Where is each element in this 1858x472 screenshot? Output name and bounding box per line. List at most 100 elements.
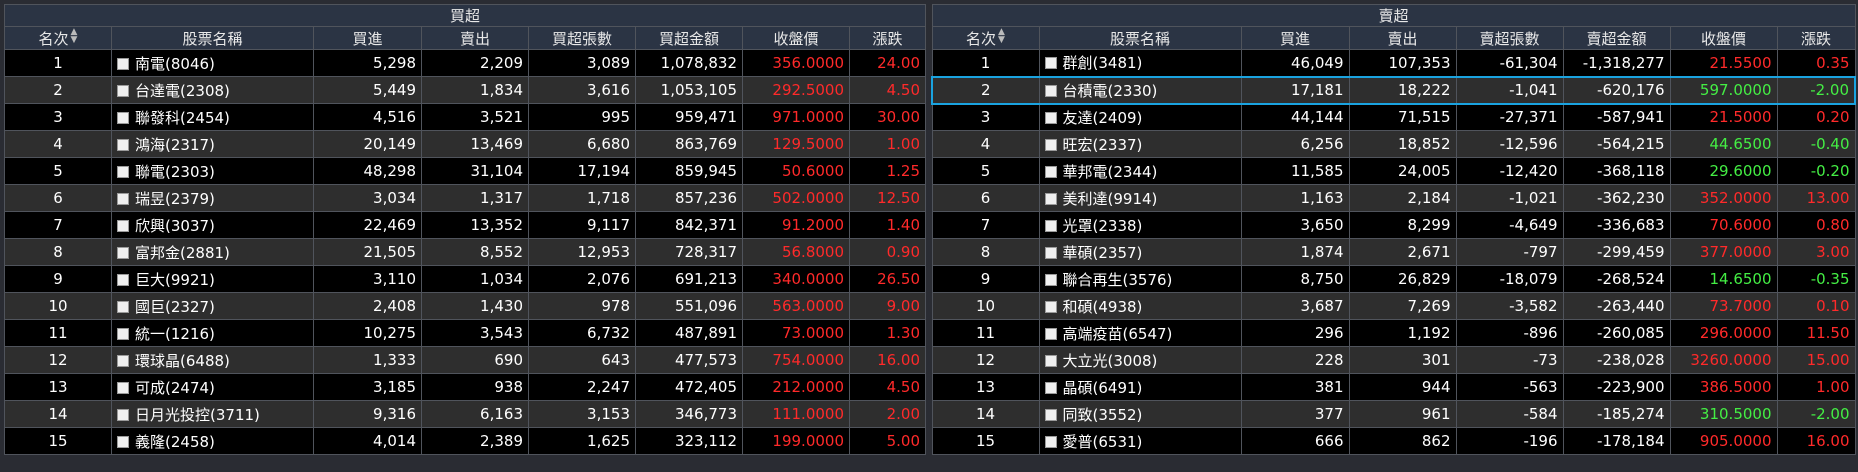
table-row[interactable]: 5 聯電(2303) 48,298 31,104 17,194 859,945 50.600… <box>4 157 927 185</box>
cell-text: -223,900 <box>1597 378 1665 396</box>
row-checkbox[interactable] <box>1044 354 1057 367</box>
row-checkbox[interactable] <box>1044 246 1057 259</box>
row-checkbox[interactable] <box>117 408 129 421</box>
row-checkbox[interactable] <box>117 327 129 340</box>
column-header-stock-name[interactable]: 股票名稱 <box>111 26 314 50</box>
column-header-rank[interactable]: 名次 ▲ ▼ <box>931 26 1040 50</box>
table-row[interactable]: 15 愛普(6531) 666 862 -196 -178,184 905.0000 16.0… <box>931 427 1856 455</box>
cell-net-volume: -563 <box>1455 373 1564 401</box>
table-row[interactable]: 6 美利達(9914) 1,163 2,184 -1,021 -362,230 352.00… <box>931 184 1856 212</box>
column-header-sell-volume[interactable]: 賣出 <box>421 26 529 50</box>
column-header-net-amount[interactable]: 賣超金額 <box>1562 26 1671 50</box>
row-checkbox[interactable] <box>1044 111 1057 124</box>
row-checkbox[interactable] <box>1044 381 1057 394</box>
table-row[interactable]: 3 友達(2409) 44,144 71,515 -27,371 -587,941 21.5… <box>931 103 1856 131</box>
cell-text: 129.5000 <box>772 135 844 153</box>
row-checkbox[interactable] <box>117 219 129 232</box>
cell-change: 1.00 <box>848 130 927 158</box>
table-row[interactable]: 1 南電(8046) 5,298 2,209 3,089 1,078,832 356.000… <box>4 49 927 77</box>
table-row[interactable]: 2 台達電(2308) 5,449 1,834 3,616 1,053,105 292.50… <box>4 76 927 104</box>
row-checkbox[interactable] <box>117 192 129 205</box>
cell-text: 70.6000 <box>1709 216 1772 234</box>
table-row[interactable]: 4 旺宏(2337) 6,256 18,852 -12,596 -564,215 44.65… <box>931 130 1856 158</box>
row-checkbox[interactable] <box>117 300 129 313</box>
row-checkbox[interactable] <box>1044 165 1057 178</box>
table-row[interactable]: 7 欣興(3037) 22,469 13,352 9,117 842,371 91.2000… <box>4 211 927 239</box>
table-row[interactable]: 14 同致(3552) 377 961 -584 -185,274 310.5000 -2.0… <box>931 400 1856 428</box>
sort-arrows-icon[interactable]: ▲ ▼ <box>998 28 1005 45</box>
table-row[interactable]: 8 華碩(2357) 1,874 2,671 -797 -299,459 377.0000 3… <box>931 238 1856 266</box>
column-header-stock-name[interactable]: 股票名稱 <box>1038 26 1242 50</box>
row-checkbox[interactable] <box>117 165 129 178</box>
cell-net-amount: 1,078,832 <box>635 49 743 77</box>
row-checkbox[interactable] <box>1044 435 1057 448</box>
cell-text: 1.25 <box>886 162 921 180</box>
cell-change: 24.00 <box>848 49 927 77</box>
table-row[interactable]: 15 義隆(2458) 4,014 2,389 1,625 323,112 199.0000… <box>4 427 927 455</box>
cell-text: 2 <box>53 81 63 99</box>
cell-rank: 9 <box>931 265 1040 293</box>
row-checkbox[interactable] <box>117 273 129 286</box>
row-checkbox[interactable] <box>1044 273 1057 286</box>
cell-text: 18,852 <box>1398 135 1451 153</box>
table-row[interactable]: 12 環球晶(6488) 1,333 690 643 477,573 754.0000 16.… <box>4 346 927 374</box>
column-header-buy-volume[interactable]: 買進 <box>1240 26 1350 50</box>
table-row[interactable]: 9 聯合再生(3576) 8,750 26,829 -18,079 -268,524 14.… <box>931 265 1856 293</box>
cell-net-amount: 863,769 <box>635 130 743 158</box>
cell-net-volume: 17,194 <box>528 157 636 185</box>
table-row[interactable]: 6 瑞昱(2379) 3,034 1,317 1,718 857,236 502.0000 1… <box>4 184 927 212</box>
row-checkbox[interactable] <box>1044 84 1057 97</box>
table-row[interactable]: 8 富邦金(2881) 21,505 8,552 12,953 728,317 56.800… <box>4 238 927 266</box>
cell-text: -299,459 <box>1597 243 1665 261</box>
column-header-close-price[interactable]: 收盤價 <box>1669 26 1778 50</box>
row-checkbox[interactable] <box>117 138 129 151</box>
table-row[interactable]: 13 晶碩(6491) 381 944 -563 -223,900 386.5000 1.00 <box>931 373 1856 401</box>
column-header-change[interactable]: 漲跌 <box>1776 26 1856 50</box>
table-row[interactable]: 12 大立光(3008) 228 301 -73 -238,028 3260.0000 15.… <box>931 346 1856 374</box>
column-header-net-volume[interactable]: 賣超張數 <box>1455 26 1564 50</box>
table-row[interactable]: 4 鴻海(2317) 20,149 13,469 6,680 863,769 129.500… <box>4 130 927 158</box>
row-checkbox[interactable] <box>1044 300 1057 313</box>
cell-text: 995 <box>601 108 630 126</box>
column-header-close-price[interactable]: 收盤價 <box>742 26 850 50</box>
row-checkbox[interactable] <box>1044 408 1057 421</box>
table-row[interactable]: 14 日月光投控(3711) 9,316 6,163 3,153 346,773 111.0… <box>4 400 927 428</box>
column-header-label: 收盤價 <box>1700 29 1746 48</box>
table-row[interactable]: 11 高端疫苗(6547) 296 1,192 -896 -260,085 296.0000… <box>931 319 1856 347</box>
table-row[interactable]: 10 和碩(4938) 3,687 7,269 -3,582 -263,440 73.700… <box>931 292 1856 320</box>
table-row[interactable]: 2 台積電(2330) 17,181 18,222 -1,041 -620,176 597.… <box>931 75 1857 105</box>
cell-close-price: 3260.0000 <box>1669 346 1778 374</box>
row-checkbox[interactable] <box>1044 219 1057 232</box>
column-header-change[interactable]: 漲跌 <box>848 26 927 50</box>
row-checkbox[interactable] <box>117 354 129 367</box>
table-row[interactable]: 9 巨大(9921) 3,110 1,034 2,076 691,213 340.0000 2… <box>4 265 927 293</box>
table-row[interactable]: 3 聯發科(2454) 4,516 3,521 995 959,471 971.0000 30… <box>4 103 927 131</box>
table-row[interactable]: 1 群創(3481) 46,049 107,353 -61,304 -1,318,277 2… <box>931 49 1856 77</box>
table-row[interactable]: 13 可成(2474) 3,185 938 2,247 472,405 212.0000 4.… <box>4 373 927 401</box>
column-header-net-amount[interactable]: 買超金額 <box>635 26 743 50</box>
cell-text: -2.00 <box>1810 81 1850 99</box>
column-header-rank[interactable]: 名次 ▲ ▼ <box>4 26 112 50</box>
row-checkbox[interactable] <box>1044 327 1057 340</box>
column-header-sell-volume[interactable]: 賣出 <box>1348 26 1457 50</box>
column-header-net-volume[interactable]: 買超張數 <box>528 26 636 50</box>
cell-buy-volume: 44,144 <box>1240 103 1350 131</box>
cell-text: 323,112 <box>674 432 737 450</box>
table-row[interactable]: 7 光罩(2338) 3,650 8,299 -4,649 -336,683 70.6000… <box>931 211 1856 239</box>
row-checkbox[interactable] <box>117 435 129 448</box>
row-checkbox[interactable] <box>1044 138 1057 151</box>
row-checkbox[interactable] <box>117 84 129 97</box>
sort-arrows-icon[interactable]: ▲ ▼ <box>71 28 78 45</box>
row-checkbox[interactable] <box>117 111 129 124</box>
row-checkbox[interactable] <box>117 246 129 259</box>
column-header-buy-volume[interactable]: 買進 <box>313 26 422 50</box>
cell-text: -0.35 <box>1810 270 1850 288</box>
row-checkbox[interactable] <box>117 381 129 394</box>
row-checkbox[interactable] <box>1044 192 1057 205</box>
row-checkbox[interactable] <box>117 57 129 70</box>
cell-rank: 8 <box>4 238 112 266</box>
table-row[interactable]: 5 華邦電(2344) 11,585 24,005 -12,420 -368,118 29.… <box>931 157 1856 185</box>
table-row[interactable]: 11 統一(1216) 10,275 3,543 6,732 487,891 73.0000… <box>4 319 927 347</box>
row-checkbox[interactable] <box>1044 57 1057 70</box>
table-row[interactable]: 10 國巨(2327) 2,408 1,430 978 551,096 563.0000 9.… <box>4 292 927 320</box>
